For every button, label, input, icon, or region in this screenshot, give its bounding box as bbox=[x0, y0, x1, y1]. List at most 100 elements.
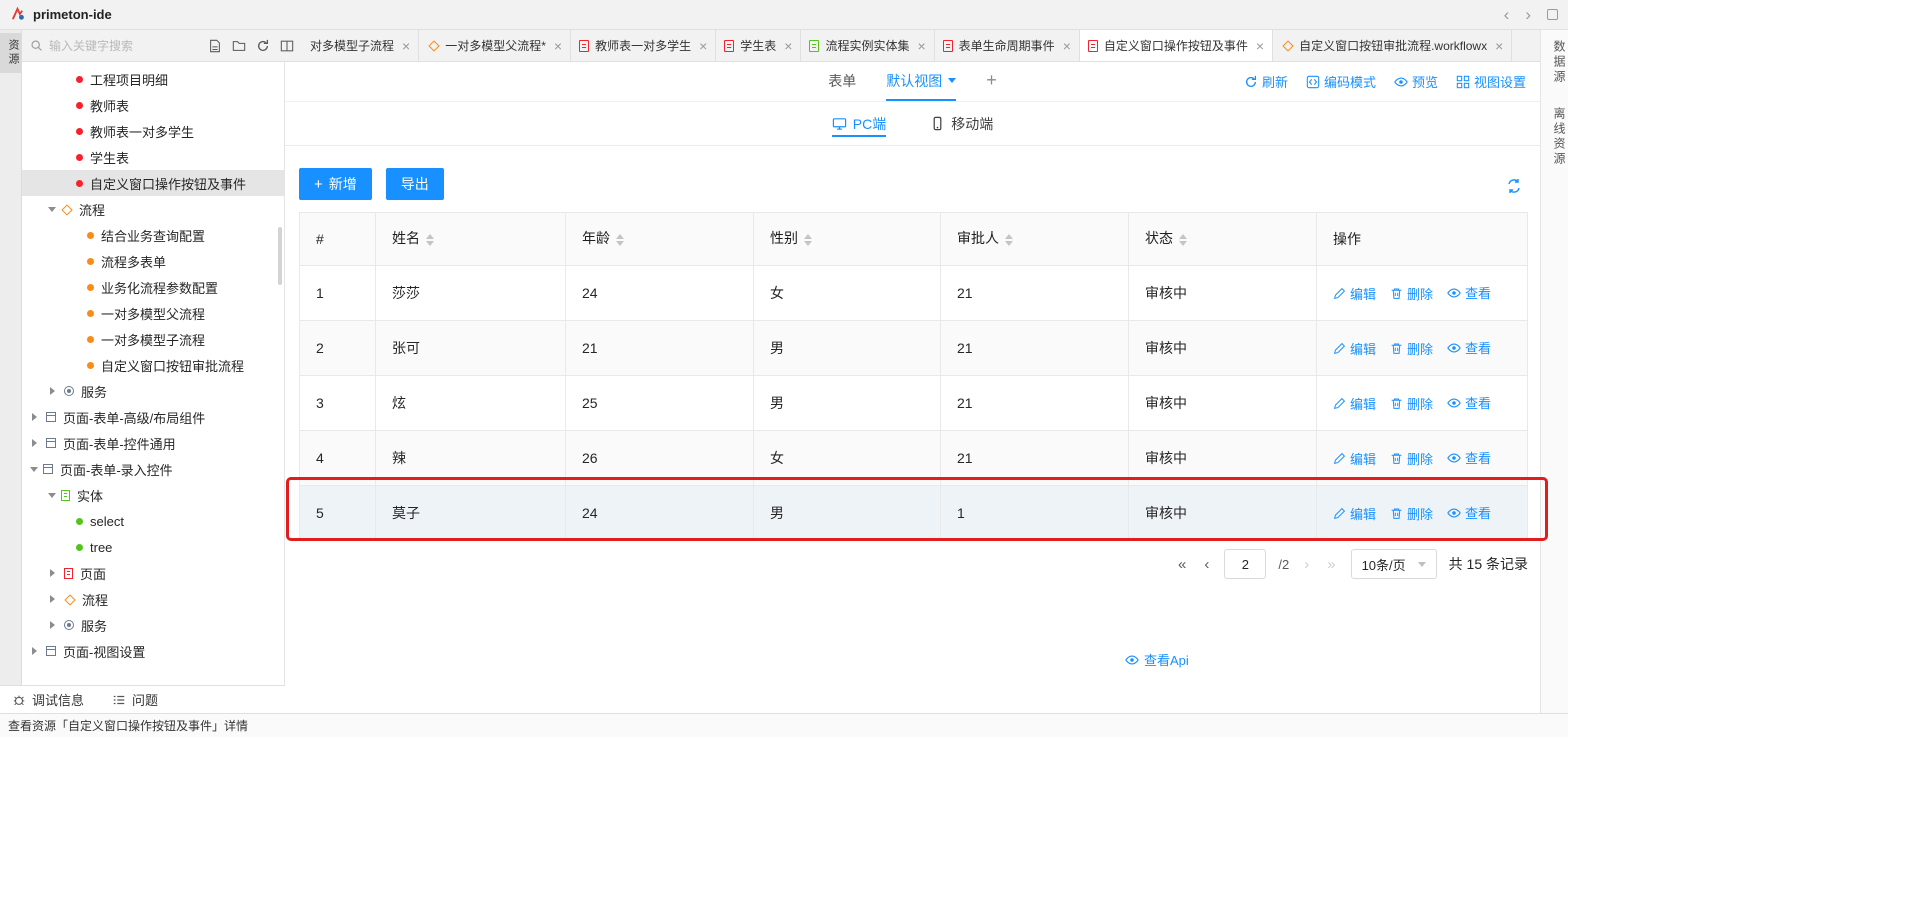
editor-tab[interactable]: 一对多模型父流程*× bbox=[419, 30, 571, 61]
tree-item[interactable]: 实体 bbox=[22, 482, 284, 508]
view-link[interactable]: 查看 bbox=[1447, 503, 1491, 522]
caret-right-icon[interactable] bbox=[50, 387, 59, 395]
column-header[interactable]: 审批人 bbox=[941, 213, 1129, 266]
table-row[interactable]: 1莎莎24女21审核中编辑删除查看 bbox=[300, 266, 1528, 321]
nav-forward-button[interactable]: › bbox=[1525, 6, 1531, 23]
toolbar-code-button[interactable]: 编码模式 bbox=[1306, 72, 1376, 91]
page-size-select[interactable]: 10条/页 bbox=[1351, 549, 1437, 579]
caret-right-icon[interactable] bbox=[50, 595, 59, 603]
view-link[interactable]: 查看 bbox=[1447, 393, 1491, 412]
tree-item[interactable]: 页面 bbox=[22, 560, 284, 586]
tree-item[interactable]: 学生表 bbox=[22, 144, 284, 170]
editor-tab[interactable]: 表单生命周期事件× bbox=[935, 30, 1080, 61]
editor-tab[interactable]: 学生表× bbox=[716, 30, 801, 61]
tree-item[interactable]: 教师表 bbox=[22, 92, 284, 118]
tree-item[interactable]: 结合业务查询配置 bbox=[22, 222, 284, 248]
delete-link[interactable]: 删除 bbox=[1390, 339, 1433, 358]
caret-right-icon[interactable] bbox=[32, 439, 41, 447]
offline-resources-rail-tab[interactable]: 离线资源 bbox=[1541, 107, 1568, 167]
issues-button[interactable]: 问题 bbox=[112, 690, 158, 709]
window-layout-button[interactable] bbox=[1547, 9, 1558, 20]
tree-item[interactable]: 自定义窗口操作按钮及事件 bbox=[22, 170, 284, 196]
tree-item[interactable]: 教师表一对多学生 bbox=[22, 118, 284, 144]
tree-item[interactable]: 页面-表单-控件通用 bbox=[22, 430, 284, 456]
edit-link[interactable]: 编辑 bbox=[1333, 394, 1376, 413]
refresh-button[interactable] bbox=[256, 39, 270, 53]
sort-icon[interactable] bbox=[616, 230, 624, 250]
view-link[interactable]: 查看 bbox=[1447, 448, 1491, 467]
edit-link[interactable]: 编辑 bbox=[1333, 284, 1376, 303]
tree-item[interactable]: 自定义窗口按钮审批流程 bbox=[22, 352, 284, 378]
tab-close-icon[interactable]: × bbox=[917, 38, 925, 54]
tree-item[interactable]: 页面-表单-高级/布局组件 bbox=[22, 404, 284, 430]
sidebar-scrollbar[interactable] bbox=[278, 227, 282, 285]
edit-link[interactable]: 编辑 bbox=[1333, 504, 1376, 523]
column-header[interactable]: 姓名 bbox=[376, 213, 566, 266]
add-button[interactable]: + 新增 bbox=[299, 168, 372, 200]
prev-page-button[interactable]: ‹ bbox=[1201, 556, 1212, 573]
delete-link[interactable]: 删除 bbox=[1390, 284, 1433, 303]
tree-item[interactable]: 工程项目明细 bbox=[22, 66, 284, 92]
table-row[interactable]: 4辣26女21审核中编辑删除查看 bbox=[300, 431, 1528, 486]
device-tab-monitor[interactable]: PC端 bbox=[832, 102, 886, 145]
view-api-link[interactable]: 查看Api bbox=[1125, 650, 1189, 669]
caret-right-icon[interactable] bbox=[32, 413, 41, 421]
device-tab-phone[interactable]: 移动端 bbox=[930, 102, 993, 145]
edit-link[interactable]: 编辑 bbox=[1333, 339, 1376, 358]
tree-item[interactable]: 一对多模型父流程 bbox=[22, 300, 284, 326]
delete-link[interactable]: 删除 bbox=[1390, 394, 1433, 413]
tab-close-icon[interactable]: × bbox=[1256, 38, 1264, 54]
folder-button[interactable] bbox=[232, 39, 246, 53]
sort-icon[interactable] bbox=[426, 230, 434, 250]
toolbar-refresh-button[interactable]: 刷新 bbox=[1244, 72, 1288, 91]
tree-item[interactable]: 流程多表单 bbox=[22, 248, 284, 274]
tab-close-icon[interactable]: × bbox=[699, 38, 707, 54]
sort-icon[interactable] bbox=[1005, 230, 1013, 250]
export-button[interactable]: 导出 bbox=[386, 168, 444, 200]
next-page-button[interactable]: › bbox=[1301, 556, 1312, 573]
editor-tab[interactable]: 教师表一对多学生× bbox=[571, 30, 716, 61]
last-page-button[interactable]: » bbox=[1324, 556, 1338, 573]
sort-icon[interactable] bbox=[1179, 230, 1187, 250]
tab-close-icon[interactable]: × bbox=[402, 38, 410, 54]
caret-down-icon[interactable] bbox=[48, 207, 56, 216]
save-file-button[interactable] bbox=[208, 39, 222, 53]
datasource-rail-tab[interactable]: 数据源 bbox=[1541, 40, 1568, 85]
tab-close-icon[interactable]: × bbox=[1495, 38, 1503, 54]
tab-close-icon[interactable]: × bbox=[1063, 38, 1071, 54]
delete-link[interactable]: 删除 bbox=[1390, 504, 1433, 523]
tree-item[interactable]: 一对多模型子流程 bbox=[22, 326, 284, 352]
sort-icon[interactable] bbox=[804, 230, 812, 250]
editor-tab[interactable]: 流程实例实体集× bbox=[801, 30, 934, 61]
edit-link[interactable]: 编辑 bbox=[1333, 449, 1376, 468]
tree-item[interactable]: 页面-表单-录入控件 bbox=[22, 456, 284, 482]
table-refresh-icon[interactable] bbox=[1506, 178, 1522, 194]
tree-item[interactable]: 流程 bbox=[22, 196, 284, 222]
search-input[interactable] bbox=[49, 39, 179, 53]
tab-close-icon[interactable]: × bbox=[554, 38, 562, 54]
tree-item[interactable]: select bbox=[22, 508, 284, 534]
editor-tab[interactable]: 自定义窗口操作按钮及事件× bbox=[1080, 30, 1273, 61]
editor-tab[interactable]: 自定义窗口按钮审批流程.workflowx× bbox=[1273, 30, 1512, 61]
view-link[interactable]: 查看 bbox=[1447, 338, 1491, 357]
tree-item[interactable]: 流程 bbox=[22, 586, 284, 612]
split-view-button[interactable] bbox=[280, 39, 294, 53]
column-header[interactable]: 年龄 bbox=[566, 213, 754, 266]
first-page-button[interactable]: « bbox=[1175, 556, 1189, 573]
column-header[interactable]: 状态 bbox=[1129, 213, 1317, 266]
toolbar-preview-button[interactable]: 预览 bbox=[1394, 72, 1438, 91]
caret-right-icon[interactable] bbox=[32, 647, 41, 655]
tree-item[interactable]: tree bbox=[22, 534, 284, 560]
add-view-button[interactable]: + bbox=[986, 62, 997, 101]
table-row[interactable]: 3炫25男21审核中编辑删除查看 bbox=[300, 376, 1528, 431]
nav-back-button[interactable]: ‹ bbox=[1504, 6, 1510, 23]
tree-item[interactable]: 服务 bbox=[22, 378, 284, 404]
tab-close-icon[interactable]: × bbox=[784, 38, 792, 54]
column-header[interactable]: 性别 bbox=[754, 213, 941, 266]
editor-tab[interactable]: 对多模型子流程× bbox=[302, 30, 419, 61]
debug-info-button[interactable]: 调试信息 bbox=[12, 690, 84, 709]
caret-right-icon[interactable] bbox=[50, 569, 59, 577]
delete-link[interactable]: 删除 bbox=[1390, 449, 1433, 468]
tree-item[interactable]: 页面-视图设置 bbox=[22, 638, 284, 664]
view-link[interactable]: 查看 bbox=[1447, 283, 1491, 302]
